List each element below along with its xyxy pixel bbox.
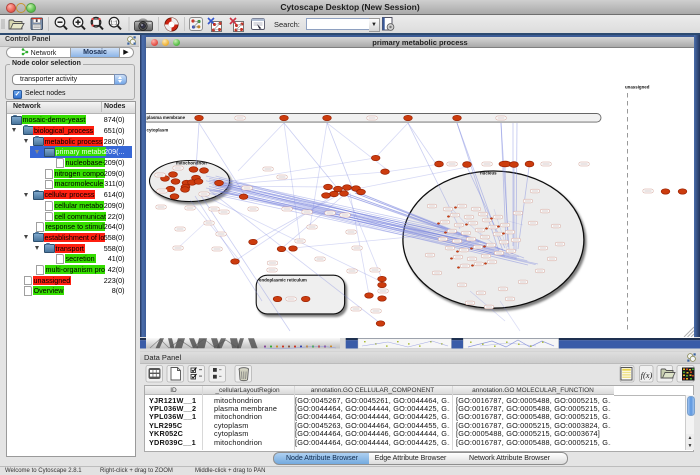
svg-text:mitochondrion: mitochondrion (176, 160, 207, 165)
svg-text:plasma membrane: plasma membrane (147, 115, 186, 120)
svg-text:unassigned: unassigned (625, 84, 650, 89)
svg-text:f(x): f(x) (641, 370, 653, 380)
svg-text:1:1: 1:1 (110, 20, 118, 26)
svg-text:endoplasmic reticulum: endoplasmic reticulum (259, 277, 307, 282)
svg-text:nucleus: nucleus (480, 170, 497, 175)
svg-text:cytoplasm: cytoplasm (147, 127, 169, 132)
